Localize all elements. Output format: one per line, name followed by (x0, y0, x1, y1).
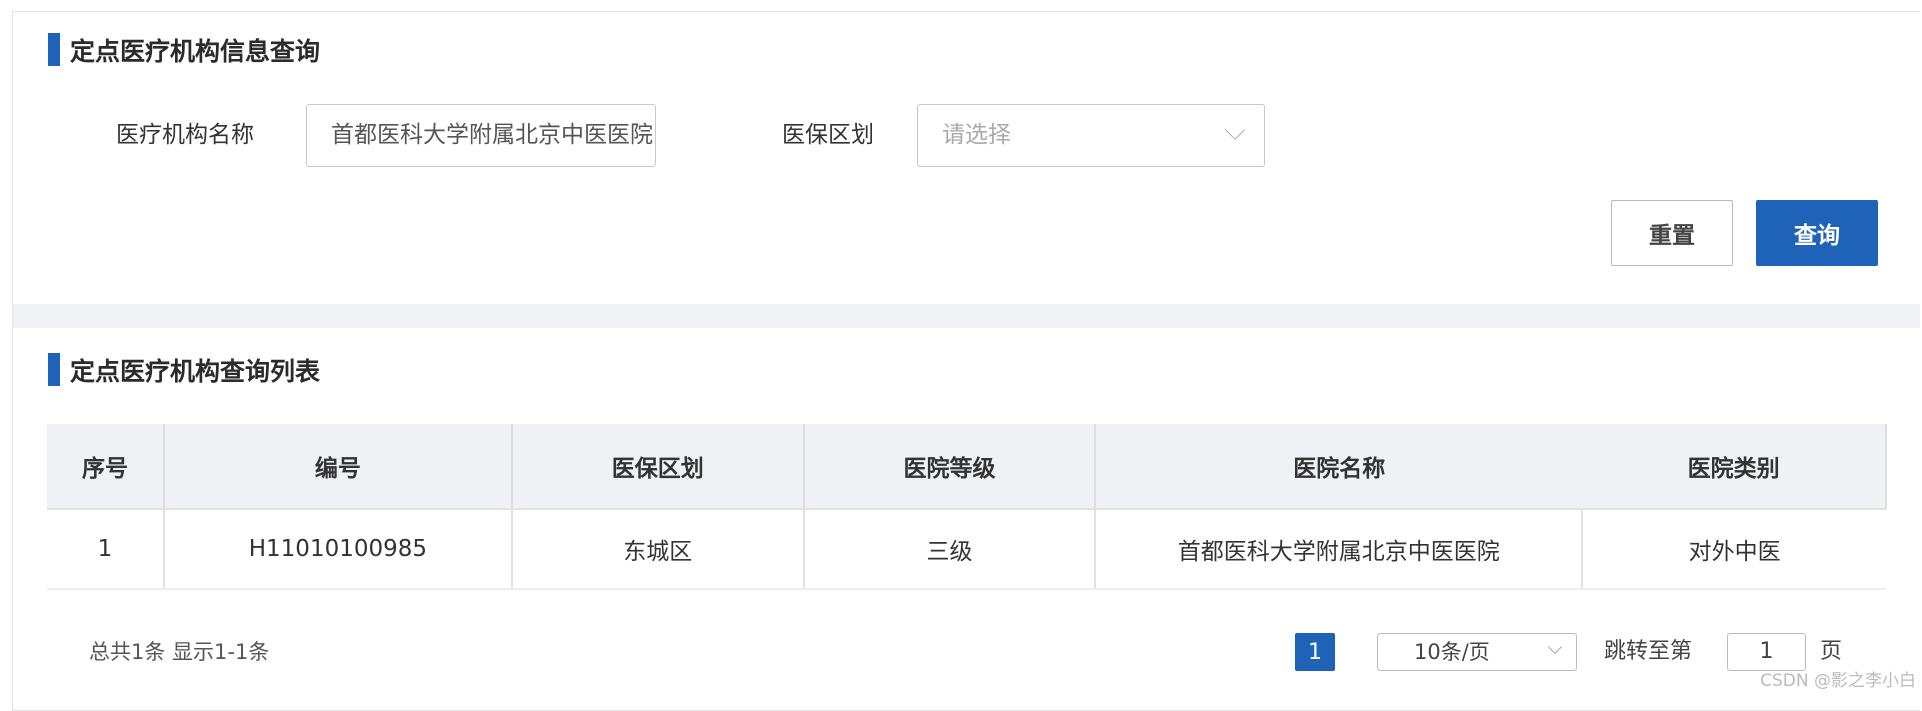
institution-name-input[interactable]: 首都医科大学附属北京中医医院 (306, 104, 656, 167)
chevron-down-icon (1225, 120, 1245, 140)
cell-code: H11010100985 (163, 509, 513, 590)
col-header-region: 医保区划 (511, 424, 805, 510)
cell-index: 1 (47, 509, 165, 590)
page-size-value: 10条/页 (1414, 640, 1490, 664)
cell-category: 对外中医 (1582, 509, 1886, 590)
cell-region: 东城区 (511, 509, 805, 590)
search-section-title: 定点医疗机构信息查询 (48, 33, 320, 66)
reset-button[interactable]: 重置 (1611, 200, 1733, 266)
col-header-hospital-name: 医院名称 (1095, 424, 1583, 510)
query-button[interactable]: 查询 (1756, 200, 1878, 266)
title-accent-bar (48, 33, 60, 66)
list-title-text: 定点医疗机构查询列表 (70, 356, 321, 386)
cell-level: 三级 (803, 509, 1097, 590)
col-header-category: 医院类别 (1582, 424, 1887, 510)
page-button-1[interactable]: 1 (1295, 633, 1335, 671)
region-placeholder: 请选择 (942, 122, 1011, 148)
col-header-index: 序号 (47, 424, 165, 510)
table-header-row: 序号 编号 医保区划 医院等级 医院名称 医院类别 (47, 424, 1887, 510)
search-title-text: 定点医疗机构信息查询 (70, 36, 321, 66)
list-section-title: 定点医疗机构查询列表 (48, 353, 320, 386)
watermark: CSDN @影之李小白 (1760, 671, 1916, 691)
section-divider (13, 304, 1920, 328)
table-row[interactable]: 1 H11010100985 东城区 三级 首都医科大学附属北京中医医院 对外中… (47, 509, 1886, 590)
cell-hospital-name: 首都医科大学附属北京中医医院 (1095, 509, 1584, 590)
institution-name-label: 医疗机构名称 (116, 122, 254, 148)
title-accent-bar (48, 353, 60, 386)
page-size-select[interactable]: 10条/页 (1377, 633, 1577, 671)
chevron-down-icon (1547, 639, 1563, 655)
region-label: 医保区划 (782, 122, 874, 148)
pagination-summary: 总共1条 显示1-1条 (89, 640, 270, 664)
results-table: 序号 编号 医保区划 医院等级 医院名称 医院类别 1 H11010100985… (47, 424, 1887, 590)
region-select[interactable]: 请选择 (917, 104, 1265, 167)
col-header-code: 编号 (163, 424, 513, 510)
jump-label: 跳转至第 (1604, 639, 1693, 664)
col-header-level: 医院等级 (803, 424, 1097, 510)
